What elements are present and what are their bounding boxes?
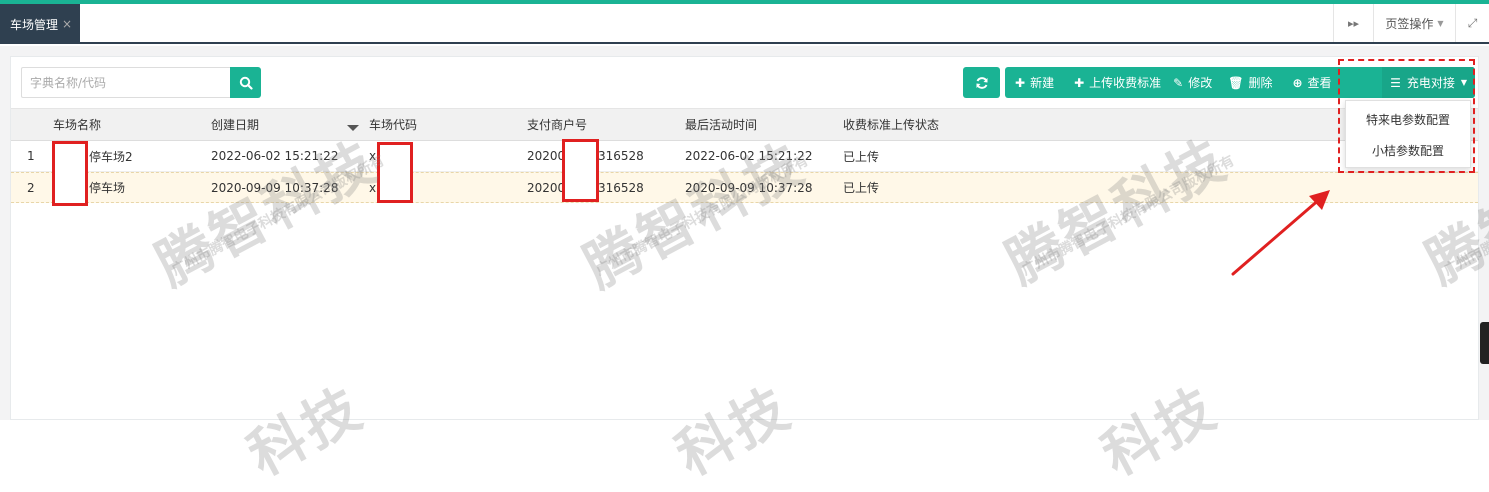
header-merchant-id[interactable]: 支付商户号 [527, 109, 587, 140]
search-input[interactable]: 字典名称/代码 [21, 67, 230, 98]
plus-icon: ✚ [1015, 75, 1026, 90]
delete-button[interactable]: 🗑 删除 [1222, 67, 1278, 98]
fullscreen-icon: ⤢ [1467, 15, 1478, 30]
refresh-icon [976, 76, 987, 89]
view-label: 查看 [1307, 76, 1332, 90]
edit-button[interactable]: ✎ 修改 [1167, 67, 1218, 98]
redaction-box [377, 142, 413, 203]
cell-merchant-prefix: 20200 [527, 180, 566, 195]
page-ops-label: 页签操作 [1385, 16, 1434, 31]
table-header: 车场名称 创建日期 车场代码 支付商户号 最后活动时间 收费标准上传状态 [11, 108, 1478, 141]
zoom-icon: ⊕ [1292, 75, 1303, 90]
search-placeholder: 字典名称/代码 [30, 76, 107, 90]
delete-label: 删除 [1248, 76, 1273, 90]
tab-bar: 车场管理 × ▸▸ 页签操作 ▼ ⤢ [0, 4, 1489, 44]
header-parking-name[interactable]: 车场名称 [53, 109, 101, 140]
refresh-button[interactable] [963, 67, 1000, 98]
trash-icon: 🗑 [1228, 75, 1244, 90]
cell-last-active: 2020-09-09 10:37:28 [685, 180, 813, 195]
search-icon [239, 76, 253, 90]
tab-parking-management[interactable]: 车场管理 × [0, 4, 80, 44]
tab-forward-button[interactable]: ▸▸ [1333, 4, 1373, 42]
header-fee-status[interactable]: 收费标准上传状态 [843, 109, 939, 140]
cell-parking-name: 停车场 [89, 181, 126, 195]
tab-label: 车场管理 [10, 17, 59, 32]
plus-icon: ✚ [1074, 75, 1085, 90]
new-label: 新建 [1030, 76, 1055, 90]
page-ops-dropdown[interactable]: 页签操作 ▼ [1373, 4, 1455, 42]
cell-fee-status: 已上传 [843, 149, 880, 164]
sort-desc-icon[interactable] [347, 125, 359, 131]
cell-created-date: 2020-09-09 10:37:28 [211, 180, 339, 195]
redaction-box [562, 139, 599, 202]
cell-fee-status: 已上传 [843, 181, 880, 195]
fullscreen-button[interactable]: ⤢ [1455, 4, 1489, 42]
cell-parking-name: 停车场2 [89, 149, 133, 164]
cell-merchant-prefix: 20200 [527, 149, 566, 163]
edit-icon: ✎ [1173, 75, 1184, 90]
new-button[interactable]: ✚ 新建 [1005, 67, 1060, 98]
upload-fee-button[interactable]: ✚ 上传收费标准 [1068, 67, 1167, 98]
search-button[interactable] [230, 67, 261, 98]
cell-merchant-suffix: 316528 [598, 180, 644, 195]
close-icon[interactable]: × [62, 17, 72, 31]
cell-created-date: 2022-06-02 15:21:22 [211, 149, 339, 163]
cell-merchant-suffix: 316528 [598, 149, 644, 163]
scrollbar-handle[interactable] [1480, 322, 1489, 364]
forward-icon: ▸▸ [1347, 16, 1360, 30]
cell-parking-code: x [369, 149, 377, 163]
header-last-active[interactable]: 最后活动时间 [685, 109, 757, 140]
cell-last-active: 2022-06-02 15:21:22 [685, 149, 813, 163]
header-created-date[interactable]: 创建日期 [211, 109, 259, 140]
header-parking-code[interactable]: 车场代码 [369, 109, 417, 140]
row-index: 2 [27, 180, 35, 195]
cell-parking-code: x [369, 180, 377, 195]
edit-label: 修改 [1188, 76, 1213, 90]
upload-fee-label: 上传收费标准 [1089, 76, 1162, 90]
view-button[interactable]: ⊕ 查看 [1286, 67, 1337, 98]
caret-down-icon: ▼ [1437, 18, 1444, 28]
table-row[interactable]: 1 停车场2 2022-06-02 15:21:22 x 20200 31652… [11, 141, 1478, 172]
annotation-highlight-box [1338, 59, 1475, 173]
redaction-box [52, 141, 88, 206]
annotation-arrow-icon [1231, 190, 1330, 276]
row-index: 1 [27, 149, 35, 163]
